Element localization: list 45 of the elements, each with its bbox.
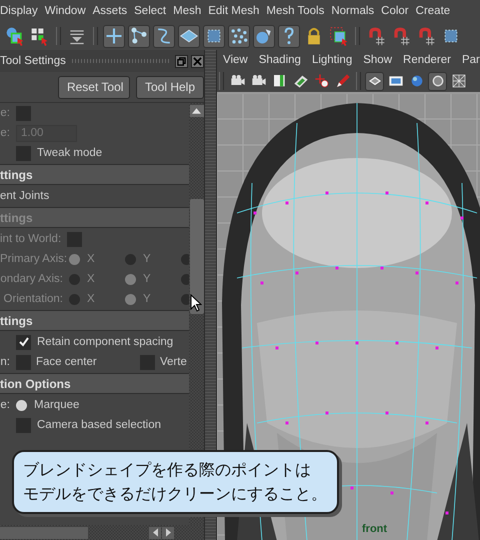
section-header[interactable]: ttings	[0, 164, 189, 185]
checkbox-label: Tweak mode	[37, 147, 102, 159]
menu-item[interactable]: Create	[416, 5, 450, 17]
menu-item[interactable]: Par	[462, 54, 480, 66]
menu-item[interactable]: Mesh Tools	[266, 5, 324, 17]
radio-label: Y	[143, 253, 151, 265]
menu-item[interactable]: Renderer	[403, 54, 451, 66]
callout-text: モデルをできるだけクリーンにすること。	[23, 483, 327, 505]
menu-item[interactable]: Select	[134, 5, 166, 17]
checkbox-label: Retain component spacing	[37, 336, 174, 348]
panel-button[interactable]: Tool Help	[136, 76, 204, 98]
menu-item[interactable]: Lighting	[312, 54, 352, 66]
camera-label: front	[362, 523, 388, 535]
menu-item[interactable]: Window	[44, 5, 86, 17]
field-label: e:	[0, 107, 10, 119]
section-header[interactable]: ttings	[0, 310, 189, 331]
checkbox-label: Camera based selection	[37, 419, 162, 431]
list-item[interactable]: ent Joints	[0, 190, 50, 202]
radio-label: Marquee	[34, 399, 80, 411]
radio-label: X	[87, 293, 95, 305]
menu-item[interactable]: Color	[381, 5, 409, 17]
menu-item[interactable]: View	[223, 54, 248, 66]
field-label: Orientation:	[2, 293, 63, 305]
callout-text: ブレンドシェイプを作る際のポイントは	[23, 459, 311, 481]
field-label: ondary Axis:	[0, 273, 63, 285]
menu-item[interactable]: Normals	[331, 5, 374, 17]
field-label: e:	[0, 127, 10, 139]
field-label: int to World:	[0, 233, 62, 245]
panel-title: Tool Settings	[0, 55, 66, 67]
field-label: e:	[0, 399, 10, 411]
menu-item[interactable]: Display	[0, 5, 38, 17]
radio-label: Y	[143, 273, 151, 285]
radio-label: X	[87, 253, 95, 265]
checkbox-label: Verte	[160, 356, 187, 368]
menu-item[interactable]: Mesh	[173, 5, 202, 17]
panel-button[interactable]: Reset Tool	[58, 76, 130, 98]
menu-item[interactable]: Assets	[92, 5, 128, 17]
section-header[interactable]: tion Options	[0, 373, 189, 394]
radio-label: X	[87, 273, 95, 285]
menu-item[interactable]: Show	[363, 54, 392, 66]
menu-item[interactable]: Shading	[258, 54, 301, 66]
radio-label: Y	[143, 293, 151, 305]
field-label: n:	[0, 356, 10, 368]
menu-item[interactable]: Edit Mesh	[208, 5, 260, 17]
checkbox-label: Face center	[36, 356, 97, 368]
